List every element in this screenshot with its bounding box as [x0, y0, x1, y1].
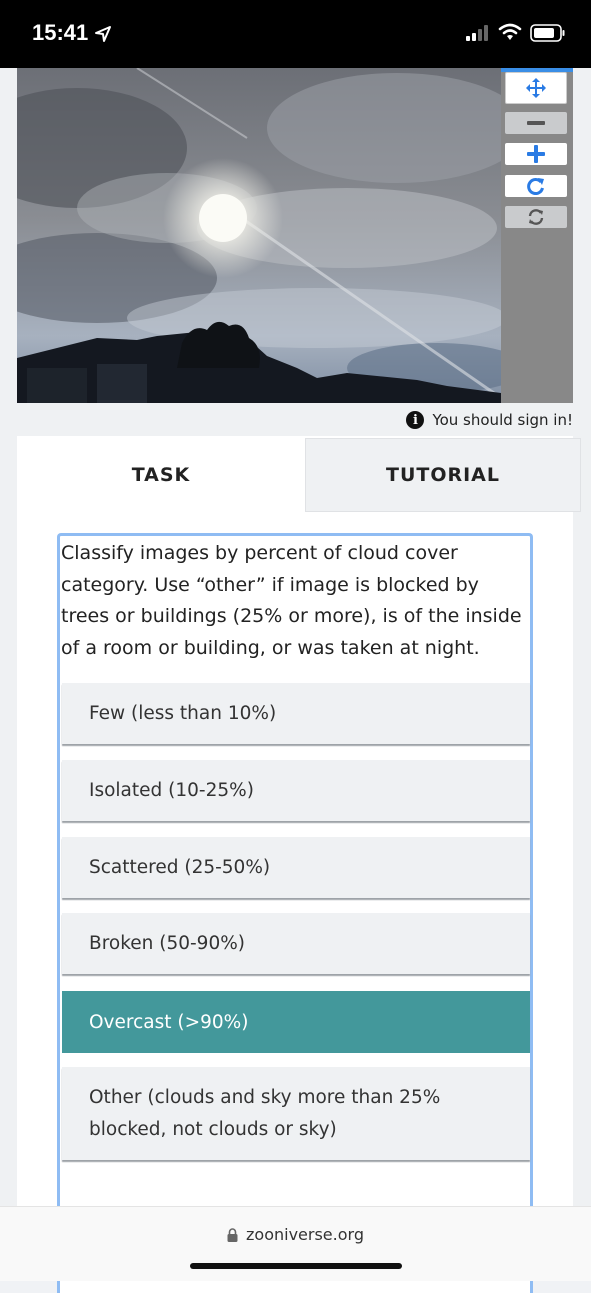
browser-address-bar: zooniverse.org — [0, 1206, 591, 1281]
answer-overcast[interactable]: Overcast (>90%) — [62, 991, 530, 1053]
lock-icon — [227, 1227, 238, 1242]
answer-other[interactable]: Other (clouds and sky more than 25% bloc… — [62, 1067, 530, 1160]
status-time: 15:41 — [32, 20, 89, 45]
rotate-button[interactable] — [505, 175, 567, 197]
answer-label: Few (less than 10%) — [89, 703, 277, 724]
answer-isolated[interactable]: Isolated (10-25%) — [62, 760, 530, 821]
answer-broken[interactable]: Broken (50-90%) — [62, 913, 530, 974]
plus-icon — [527, 145, 545, 163]
answer-few[interactable]: Few (less than 10%) — [62, 683, 530, 744]
signin-notice[interactable]: i You should sign in! — [406, 408, 573, 432]
reset-icon — [528, 209, 544, 225]
classifier-panel: TASK TUTORIAL Classify images by percent… — [17, 436, 581, 1293]
answer-label: Scattered (25-50%) — [89, 857, 271, 878]
info-icon: i — [406, 411, 425, 429]
task-area: Classify images by percent of cloud cove… — [57, 533, 533, 1293]
url-display[interactable]: zooniverse.org — [0, 1225, 591, 1244]
answer-label: Broken (50-90%) — [89, 933, 246, 954]
answer-label: Overcast (>90%) — [89, 1011, 249, 1033]
zoom-in-button[interactable] — [505, 143, 567, 165]
move-tool-button[interactable] — [505, 72, 567, 104]
task-instructions: Classify images by percent of cloud cove… — [61, 542, 522, 659]
subject-sky-image[interactable] — [17, 68, 501, 403]
image-toolbar — [501, 68, 573, 403]
page: i You should sign in! TASK TUTORIAL Clas… — [0, 68, 591, 1293]
url-text: zooniverse.org — [246, 1225, 364, 1244]
tab-tutorial[interactable]: TUTORIAL — [305, 438, 581, 512]
move-icon — [526, 78, 546, 98]
cellular-signal-icon — [466, 25, 488, 41]
answer-label: Isolated (10-25%) — [89, 780, 254, 801]
zoom-out-button[interactable] — [505, 112, 567, 134]
home-indicator[interactable] — [190, 1263, 402, 1269]
status-bar: 15:41 — [0, 0, 591, 68]
wifi-icon — [498, 23, 522, 40]
location-arrow-icon — [95, 26, 111, 42]
rotate-icon — [527, 178, 544, 195]
answer-scattered[interactable]: Scattered (25-50%) — [62, 837, 530, 898]
minus-icon — [527, 121, 545, 125]
battery-icon — [530, 24, 565, 42]
reset-button[interactable] — [505, 206, 567, 228]
answer-label: Other (clouds and sky more than 25% bloc… — [89, 1086, 441, 1140]
tab-task[interactable]: TASK — [17, 438, 305, 512]
signin-text: You should sign in! — [432, 411, 573, 429]
